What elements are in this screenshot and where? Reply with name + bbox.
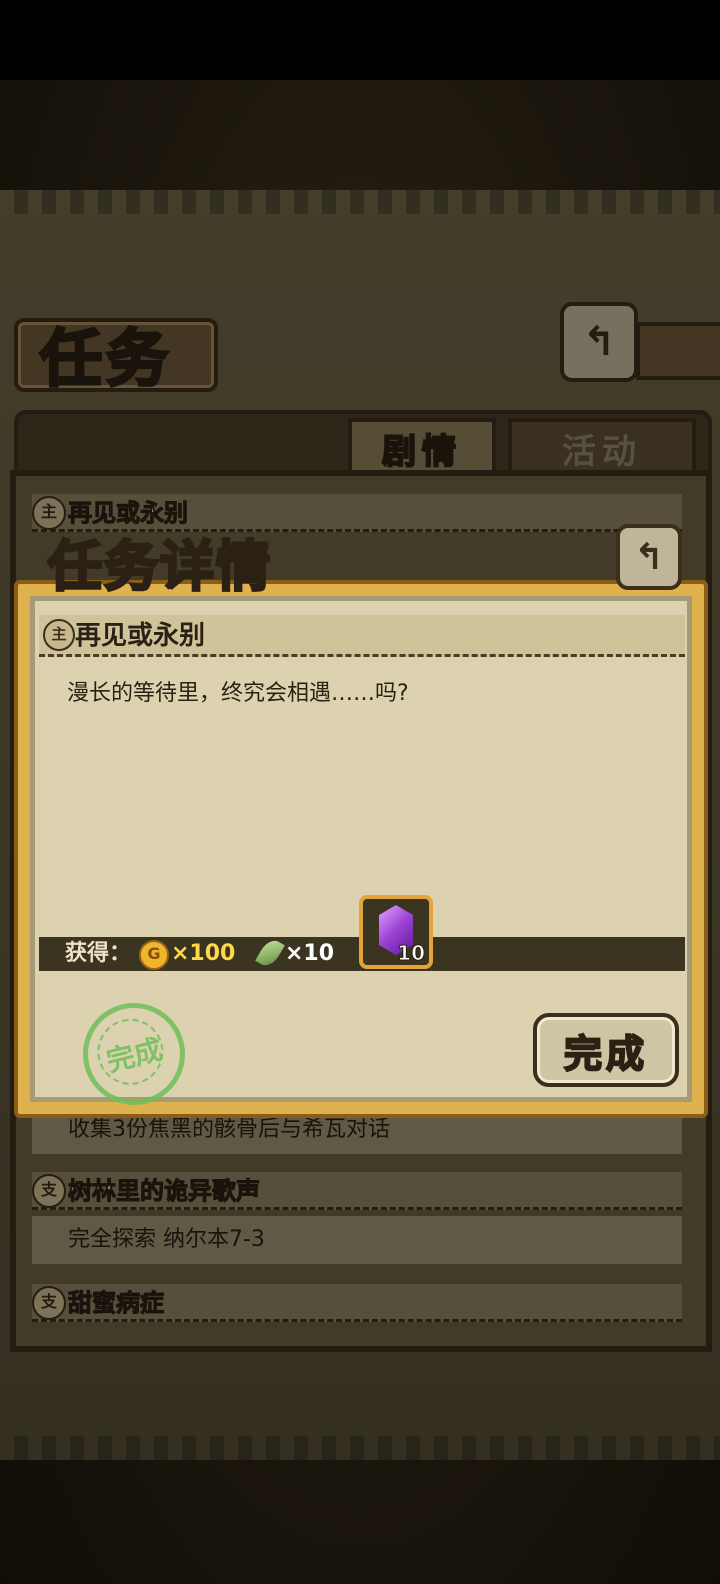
quest-detail-dialog: 主 再见或永别 漫长的等待里，终究会相遇……吗? 获得： G ×100 ×10 … xyxy=(14,580,708,1118)
gem-count: 10 xyxy=(397,941,426,966)
dialog-quest-header: 主 再见或永别 xyxy=(39,615,685,657)
feather-reward: ×10 xyxy=(285,941,335,966)
dialog-quest-title: 再见或永别 xyxy=(75,621,206,651)
stamp-text: 完成 xyxy=(103,1032,166,1079)
status-bar xyxy=(0,0,720,80)
gold-coin-icon: G xyxy=(139,940,169,970)
main-quest-badge: 主 xyxy=(43,619,75,651)
mission-complete-stamp: 完成 xyxy=(72,992,196,1116)
gold-reward: ×100 xyxy=(171,941,236,966)
back-arrow-icon: ↰ xyxy=(633,536,665,578)
dialog-close-button[interactable]: ↰ xyxy=(616,524,682,590)
feather-icon xyxy=(255,936,285,970)
dialog-title: 任务详情 xyxy=(47,534,272,600)
complete-button[interactable]: 完成 xyxy=(533,1013,679,1087)
dialog-description: 漫长的等待里，终究会相遇……吗? xyxy=(67,681,409,706)
reward-label: 获得： xyxy=(65,941,132,966)
dialog-content: 主 再见或永别 漫长的等待里，终究会相遇……吗? 获得： G ×100 ×10 … xyxy=(30,596,692,1116)
gem-reward-item[interactable]: 10 xyxy=(359,895,433,969)
